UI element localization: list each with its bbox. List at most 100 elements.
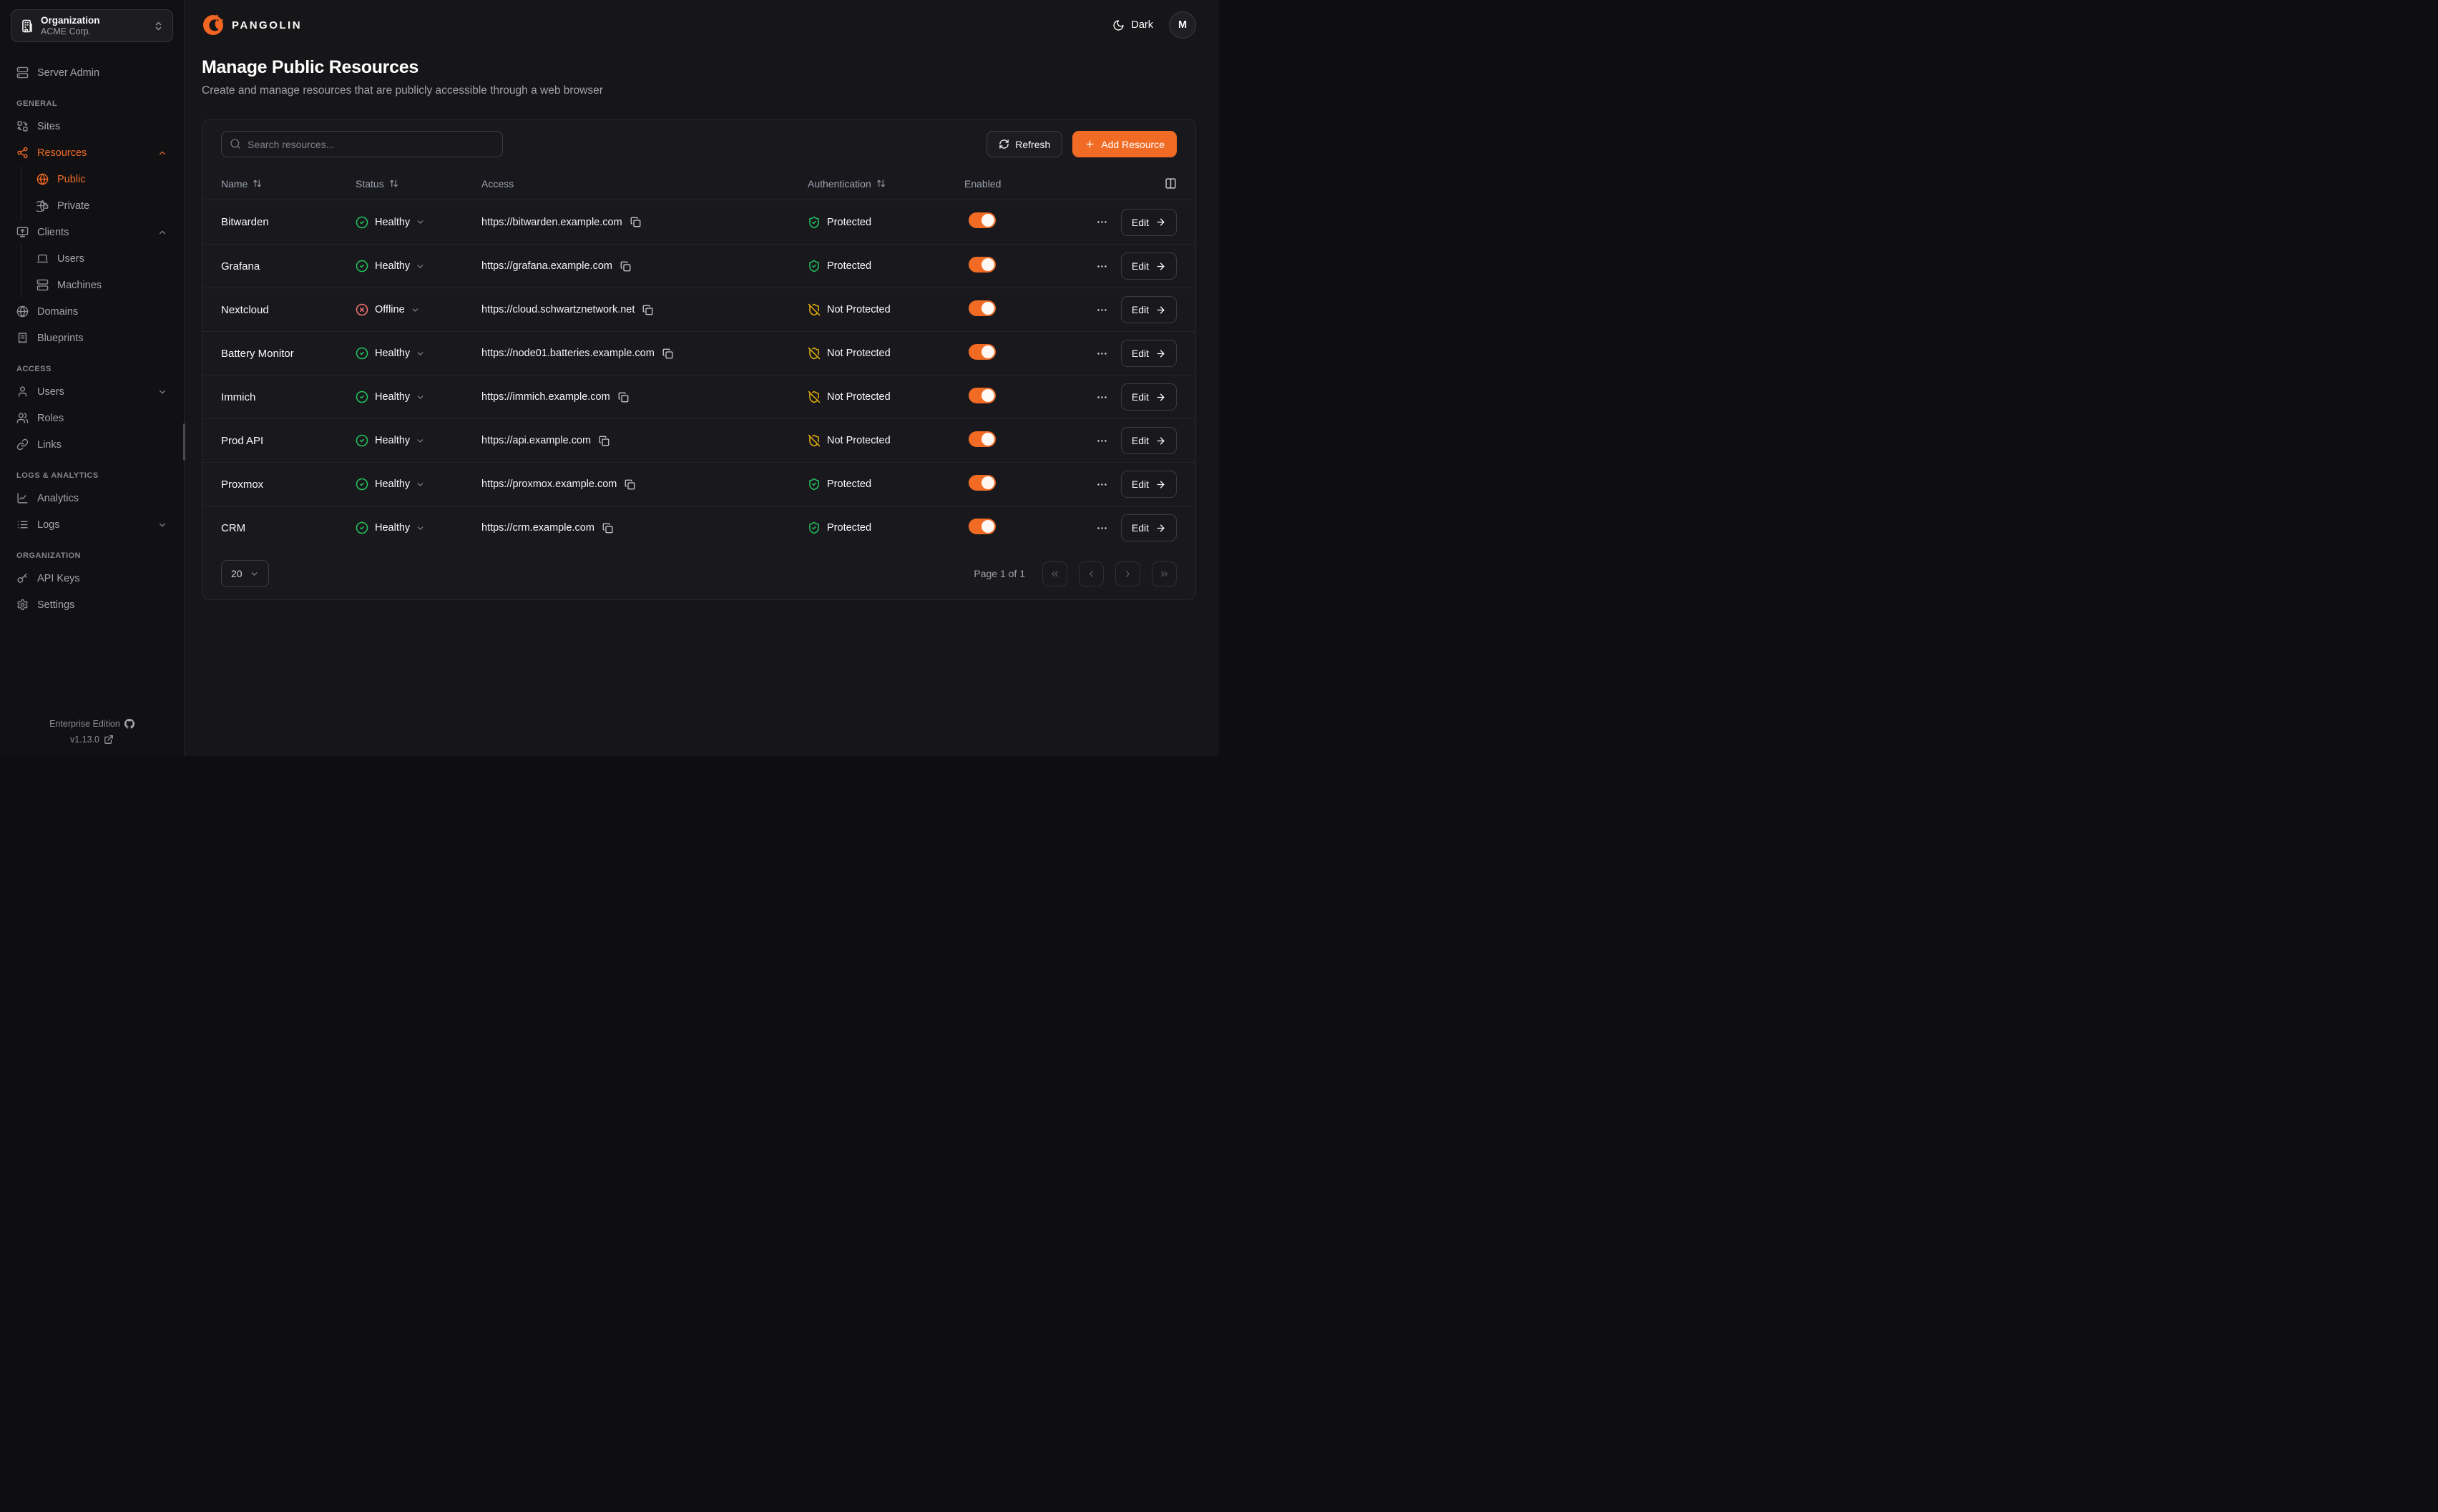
column-header-authentication[interactable]: Authentication bbox=[808, 178, 964, 190]
enabled-toggle[interactable] bbox=[969, 300, 996, 316]
sidebar-scrollbar-thumb[interactable] bbox=[183, 423, 185, 461]
resource-name-cell: CRM bbox=[221, 522, 356, 534]
resource-url: https://cloud.schwartznetwork.net bbox=[481, 304, 635, 315]
sidebar-item-settings[interactable]: Settings bbox=[11, 591, 173, 618]
sidebar-item-domains[interactable]: Domains bbox=[11, 298, 173, 325]
chevron-up-icon bbox=[157, 227, 167, 237]
edit-button[interactable]: Edit bbox=[1121, 514, 1177, 541]
sidebar-item-blueprints[interactable]: Blueprints bbox=[11, 325, 173, 351]
authentication-label: Not Protected bbox=[827, 391, 891, 403]
table-toolbar: Refresh Add Resource bbox=[202, 119, 1195, 167]
sidebar-item-sites[interactable]: Sites bbox=[11, 113, 173, 139]
enabled-toggle[interactable] bbox=[969, 431, 996, 447]
status-dropdown[interactable]: Offline bbox=[375, 304, 420, 315]
resource-name: Grafana bbox=[221, 260, 260, 273]
version-link[interactable]: v1.13.0 bbox=[0, 732, 184, 747]
edit-button[interactable]: Edit bbox=[1121, 296, 1177, 323]
enabled-toggle[interactable] bbox=[969, 519, 996, 534]
row-menu-button[interactable] bbox=[1096, 304, 1108, 316]
column-visibility-button[interactable] bbox=[1165, 177, 1177, 190]
status-dropdown[interactable]: Healthy bbox=[375, 478, 425, 490]
copy-url-button[interactable] bbox=[602, 523, 613, 534]
authentication-cell: Protected bbox=[808, 260, 964, 273]
resource-url: https://grafana.example.com bbox=[481, 260, 612, 272]
sidebar-item-client-users[interactable]: Users bbox=[21, 245, 173, 272]
enabled-toggle[interactable] bbox=[969, 344, 996, 360]
column-header-enabled: Enabled bbox=[964, 178, 1090, 190]
enabled-toggle[interactable] bbox=[969, 388, 996, 403]
status-dropdown[interactable]: Healthy bbox=[375, 522, 425, 534]
enabled-toggle[interactable] bbox=[969, 257, 996, 273]
copy-url-button[interactable] bbox=[620, 261, 631, 272]
copy-url-button[interactable] bbox=[625, 479, 635, 490]
column-header-name[interactable]: Name bbox=[221, 178, 356, 190]
status-dropdown[interactable]: Healthy bbox=[375, 217, 425, 228]
column-header-status[interactable]: Status bbox=[356, 178, 481, 190]
check-circle-icon bbox=[356, 521, 368, 534]
sidebar-item-public[interactable]: Public bbox=[21, 166, 173, 192]
row-menu-button[interactable] bbox=[1096, 478, 1108, 491]
sidebar-item-users[interactable]: Users bbox=[11, 378, 173, 405]
sidebar-item-analytics[interactable]: Analytics bbox=[11, 485, 173, 511]
edition-link[interactable]: Enterprise Edition bbox=[0, 716, 184, 732]
toggle-knob bbox=[981, 476, 994, 489]
access-cell: https://immich.example.com bbox=[481, 391, 808, 403]
search-input[interactable] bbox=[221, 131, 503, 157]
add-resource-button[interactable]: Add Resource bbox=[1072, 131, 1177, 157]
status-dropdown[interactable]: Healthy bbox=[375, 435, 425, 446]
edit-button[interactable]: Edit bbox=[1121, 471, 1177, 498]
theme-toggle-button[interactable]: Dark bbox=[1112, 19, 1153, 31]
brand-logo-link[interactable]: PANGOLIN bbox=[202, 14, 302, 36]
edit-button[interactable]: Edit bbox=[1121, 427, 1177, 454]
status-label: Healthy bbox=[375, 348, 410, 359]
sidebar-item-links[interactable]: Links bbox=[11, 431, 173, 458]
edit-button[interactable]: Edit bbox=[1121, 252, 1177, 280]
edit-button[interactable]: Edit bbox=[1121, 209, 1177, 236]
status-label: Healthy bbox=[375, 260, 410, 272]
sidebar-item-roles[interactable]: Roles bbox=[11, 405, 173, 431]
sidebar-item-api-keys[interactable]: API Keys bbox=[11, 565, 173, 591]
row-menu-button[interactable] bbox=[1096, 216, 1108, 228]
row-menu-button[interactable] bbox=[1096, 348, 1108, 360]
status-icon-wrap bbox=[356, 303, 368, 316]
row-menu-button[interactable] bbox=[1096, 391, 1108, 403]
access-cell: https://bitwarden.example.com bbox=[481, 217, 808, 228]
sidebar-item-resources[interactable]: Resources bbox=[11, 139, 173, 166]
last-page-button[interactable] bbox=[1152, 561, 1177, 586]
status-dropdown[interactable]: Healthy bbox=[375, 348, 425, 359]
page-size-select[interactable]: 20 bbox=[221, 560, 269, 587]
edit-button[interactable]: Edit bbox=[1121, 383, 1177, 411]
row-menu-button[interactable] bbox=[1096, 435, 1108, 447]
copy-icon bbox=[620, 261, 631, 272]
sidebar-item-private[interactable]: Private bbox=[21, 192, 173, 219]
copy-url-button[interactable] bbox=[642, 305, 653, 315]
org-switcher-text: Organization ACME Corp. bbox=[41, 15, 146, 36]
row-menu-button[interactable] bbox=[1096, 522, 1108, 534]
copy-url-button[interactable] bbox=[599, 436, 610, 446]
enabled-toggle[interactable] bbox=[969, 212, 996, 228]
status-dropdown[interactable]: Healthy bbox=[375, 391, 425, 403]
org-switcher[interactable]: Organization ACME Corp. bbox=[11, 9, 173, 42]
copy-url-button[interactable] bbox=[618, 392, 629, 403]
sidebar-item-server-admin[interactable]: Server Admin bbox=[11, 59, 173, 86]
sidebar-item-machines[interactable]: Machines bbox=[21, 272, 173, 298]
sidebar-item-clients[interactable]: Clients bbox=[11, 219, 173, 245]
enabled-toggle[interactable] bbox=[969, 475, 996, 491]
user-avatar[interactable]: M bbox=[1169, 11, 1196, 39]
sidebar-item-logs[interactable]: Logs bbox=[11, 511, 173, 538]
edit-button[interactable]: Edit bbox=[1121, 340, 1177, 367]
previous-page-button[interactable] bbox=[1079, 561, 1104, 586]
row-menu-button[interactable] bbox=[1096, 260, 1108, 273]
resource-url: https://crm.example.com bbox=[481, 522, 594, 534]
refresh-button[interactable]: Refresh bbox=[987, 131, 1062, 157]
copy-url-button[interactable] bbox=[662, 348, 673, 359]
sidebar-item-label: Machines bbox=[57, 280, 102, 291]
authentication-cell: Not Protected bbox=[808, 391, 964, 403]
status-label: Healthy bbox=[375, 217, 410, 228]
sidebar-item-label: Resources bbox=[37, 147, 87, 159]
status-dropdown[interactable]: Healthy bbox=[375, 260, 425, 272]
copy-url-button[interactable] bbox=[630, 217, 641, 227]
next-page-button[interactable] bbox=[1115, 561, 1140, 586]
ellipsis-icon bbox=[1096, 260, 1108, 273]
first-page-button[interactable] bbox=[1042, 561, 1067, 586]
